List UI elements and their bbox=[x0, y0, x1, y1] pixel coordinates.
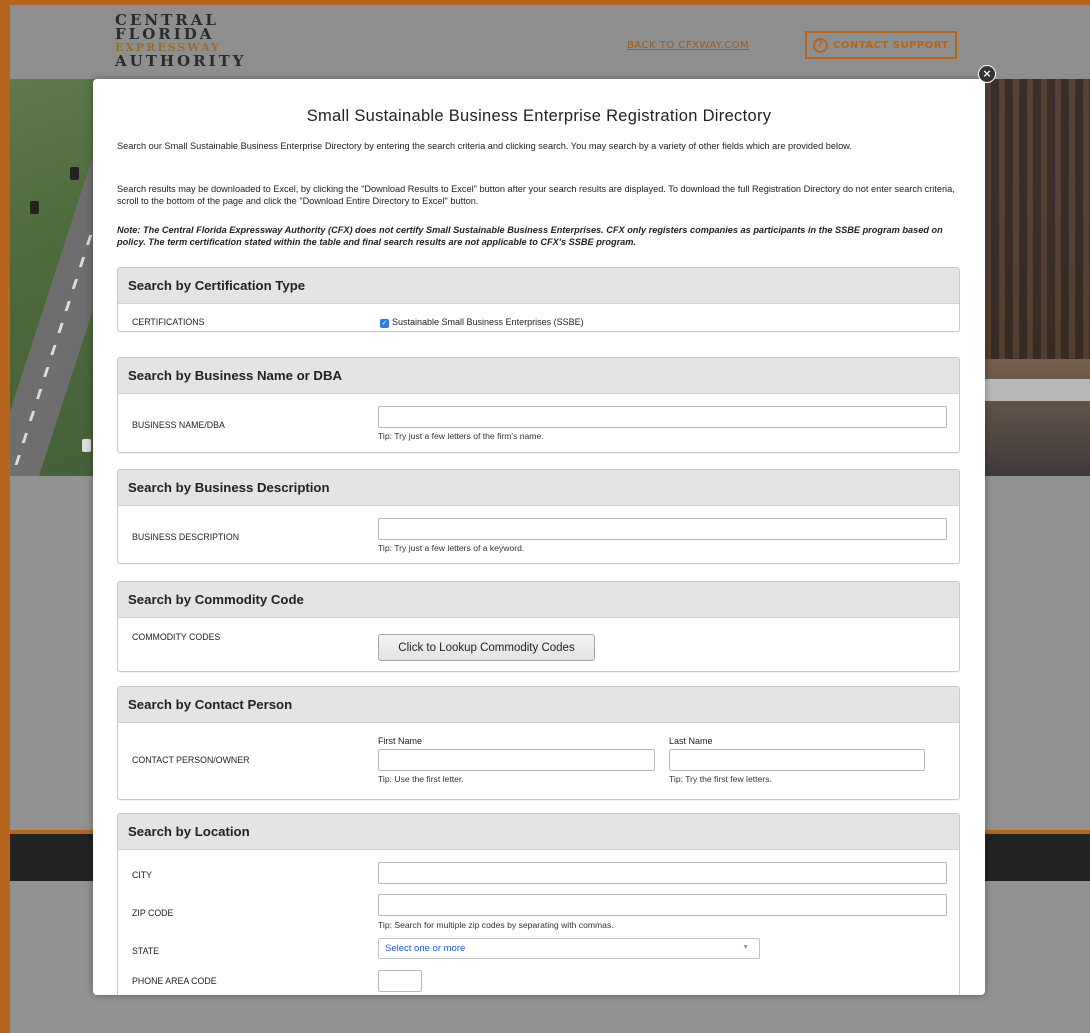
business-name-tip: Tip: Try just a few letters of the firm'… bbox=[378, 431, 544, 441]
commodity-codes-label: COMMODITY CODES bbox=[132, 632, 221, 642]
phone-area-code-input[interactable] bbox=[378, 970, 422, 992]
panel-heading: Search by Commodity Code bbox=[118, 582, 959, 618]
question-circle-icon: ? bbox=[813, 37, 829, 53]
business-description-input[interactable] bbox=[378, 518, 947, 540]
panel-commodity-code: Search by Commodity Code COMMODITY CODES… bbox=[117, 581, 960, 672]
intro-text-search: Search our Small Sustainable Business En… bbox=[117, 141, 852, 151]
hero-guard-rail bbox=[985, 379, 1090, 401]
last-name-tip: Tip: Try the first few letters. bbox=[669, 774, 772, 784]
panel-location: Search by Location CITY ZIP CODE Tip: Se… bbox=[117, 813, 960, 995]
ssbe-checkbox[interactable]: ✓ bbox=[380, 319, 389, 328]
city-input[interactable] bbox=[378, 862, 947, 884]
state-label: STATE bbox=[132, 946, 160, 956]
intro-text-download: Search results may be downloaded to Exce… bbox=[117, 184, 955, 206]
zip-code-tip: Tip: Search for multiple zip codes by se… bbox=[378, 920, 614, 930]
car-image bbox=[82, 439, 91, 452]
panel-business-name: Search by Business Name or DBA BUSINESS … bbox=[117, 357, 960, 453]
hero-bridge-lights bbox=[985, 359, 1090, 476]
panel-heading: Search by Contact Person bbox=[118, 687, 959, 723]
first-name-label: First Name bbox=[378, 736, 423, 746]
logo-line-2: FLORIDA bbox=[115, 24, 215, 43]
phone-area-code-label: PHONE AREA CODE bbox=[132, 976, 217, 986]
chevron-down-icon: ▼ bbox=[742, 944, 749, 951]
close-icon[interactable]: × bbox=[978, 65, 996, 83]
first-name-input[interactable] bbox=[378, 749, 655, 771]
ssbe-option-label[interactable]: Sustainable Small Business Enterprises (… bbox=[392, 317, 584, 327]
lookup-commodity-codes-button[interactable]: Click to Lookup Commodity Codes bbox=[378, 634, 595, 661]
business-description-tip: Tip: Try just a few letters of a keyword… bbox=[378, 543, 525, 553]
cfx-logo[interactable]: CENTRAL FLORIDA EXPRESSWAY AUTHORITY bbox=[115, 13, 247, 70]
cfx-certification-note: Note: The Central Florida Expressway Aut… bbox=[117, 225, 943, 247]
page-left-border bbox=[0, 0, 10, 1033]
contact-person-label: CONTACT PERSON/OWNER bbox=[132, 755, 250, 765]
back-to-cfxway-link[interactable]: BACK TO CFXWAY.COM bbox=[627, 40, 749, 51]
modal-title: Small Sustainable Business Enterprise Re… bbox=[306, 107, 772, 125]
registration-directory-modal: Small Sustainable Business Enterprise Re… bbox=[93, 79, 985, 995]
panel-heading: Search by Location bbox=[118, 814, 959, 850]
car-image bbox=[70, 167, 79, 180]
panel-heading: Search by Business Name or DBA bbox=[118, 358, 959, 394]
car-image bbox=[30, 201, 39, 214]
certifications-label: CERTIFICATIONS bbox=[132, 317, 205, 327]
panel-heading: Search by Certification Type bbox=[118, 268, 959, 304]
last-name-label: Last Name bbox=[669, 736, 713, 746]
contact-support-label: CONTACT SUPPORT bbox=[833, 39, 949, 51]
city-label: CITY bbox=[132, 870, 153, 880]
business-name-label: BUSINESS NAME/DBA bbox=[132, 420, 225, 430]
panel-heading: Search by Business Description bbox=[118, 470, 959, 506]
last-name-input[interactable] bbox=[669, 749, 925, 771]
zip-code-input[interactable] bbox=[378, 894, 947, 916]
contact-support-button[interactable]: ? CONTACT SUPPORT bbox=[805, 31, 957, 59]
panel-business-description: Search by Business Description BUSINESS … bbox=[117, 469, 960, 564]
zip-code-label: ZIP CODE bbox=[132, 908, 174, 918]
business-description-label: BUSINESS DESCRIPTION bbox=[132, 532, 240, 542]
logo-line-4: AUTHORITY bbox=[115, 51, 247, 70]
panel-contact-person: Search by Contact Person CONTACT PERSON/… bbox=[117, 686, 960, 800]
first-name-tip: Tip: Use the first letter. bbox=[378, 774, 464, 784]
state-placeholder: Select one or more bbox=[385, 943, 466, 954]
panel-certification-type: Search by Certification Type CERTIFICATI… bbox=[117, 267, 960, 332]
business-name-input[interactable] bbox=[378, 406, 947, 428]
state-multiselect[interactable]: Select one or more ▼ bbox=[378, 938, 760, 959]
